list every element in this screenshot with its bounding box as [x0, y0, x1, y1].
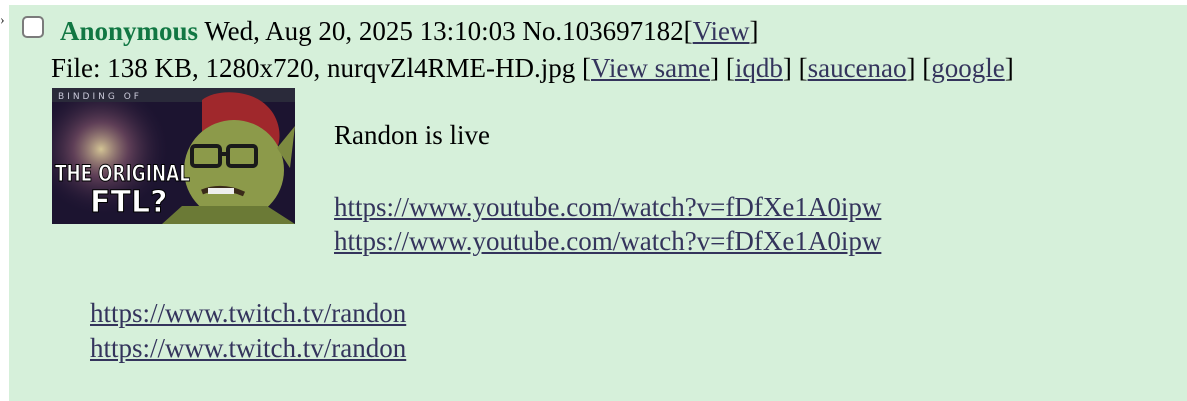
post-number[interactable]: No.103697182	[522, 16, 683, 46]
view-link[interactable]: View	[693, 16, 750, 46]
message-text: Randon is live	[334, 120, 490, 150]
thumbnail-image: BINDING OF THE ORIGINAL FTL?	[52, 88, 295, 224]
post-message-continued: https://www.twitch.tv/randon https://www…	[90, 296, 406, 366]
view-bracket-open: [	[683, 16, 693, 46]
view-bracket-close: ]	[749, 16, 759, 46]
poster-name: Anonymous	[60, 16, 199, 46]
twitch-link-1[interactable]: https://www.twitch.tv/randon	[90, 296, 406, 331]
thumbnail-text-line1: THE ORIGINAL	[55, 162, 190, 187]
reply-post: Anonymous Wed, Aug 20, 2025 13:10:03 No.…	[9, 5, 1187, 401]
saucenao-link[interactable]: saucenao	[808, 53, 907, 83]
svg-text:BINDING OF: BINDING OF	[58, 92, 142, 102]
twitch-link-2[interactable]: https://www.twitch.tv/randon	[90, 331, 406, 366]
view-same-link[interactable]: View same	[591, 53, 710, 83]
google-link[interactable]: google	[931, 53, 1005, 83]
file-info: File: 138 KB, 1280x720, nurqvZl4RME-HD.j…	[51, 53, 1014, 83]
post-datetime: Wed, Aug 20, 2025 13:10:03	[204, 16, 516, 46]
reply-arrow-icon: ›	[0, 13, 5, 28]
post-message: Randon is live https://www.youtube.com/w…	[334, 118, 881, 258]
thumbnail-text-line2: FTL?	[90, 185, 167, 220]
post-header: Anonymous Wed, Aug 20, 2025 13:10:03 No.…	[60, 14, 759, 48]
youtube-link-2[interactable]: https://www.youtube.com/watch?v=fDfXe1A0…	[334, 224, 881, 258]
iqdb-link[interactable]: iqdb	[735, 53, 783, 83]
post-select-checkbox[interactable]	[22, 16, 44, 38]
post-thumbnail[interactable]: BINDING OF THE ORIGINAL FTL?	[52, 88, 295, 224]
file-info-text: File: 138 KB, 1280x720, nurqvZl4RME-HD.j…	[51, 53, 576, 83]
youtube-link-1[interactable]: https://www.youtube.com/watch?v=fDfXe1A0…	[334, 190, 881, 224]
